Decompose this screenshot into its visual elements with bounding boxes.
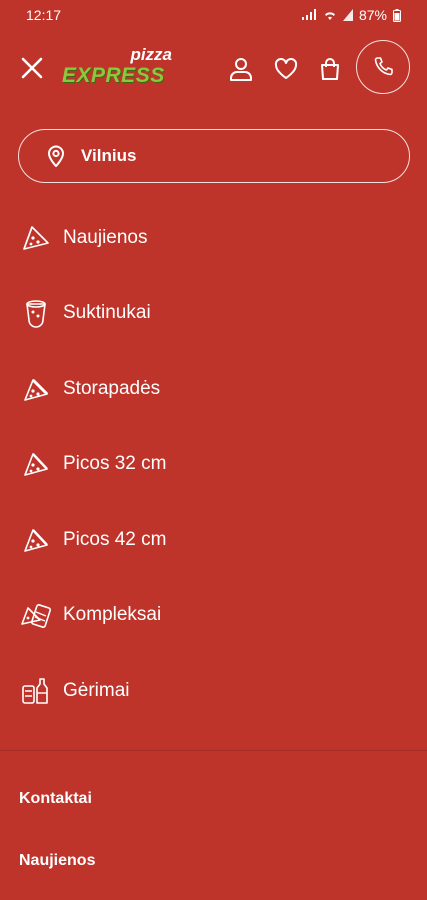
pizza-slice-icon xyxy=(20,222,52,254)
menu-item-label: Picos 42 cm xyxy=(63,528,167,550)
location-selector[interactable]: Vilnius xyxy=(18,129,410,183)
footer-link-naujienos[interactable]: Naujienos xyxy=(19,852,95,870)
menu-item-label: Storapadės xyxy=(63,377,161,399)
drinks-icon xyxy=(20,675,52,707)
pizza-slice-icon xyxy=(20,373,52,405)
cell-signal-icon xyxy=(342,9,353,21)
battery-percent: 87% xyxy=(358,7,387,23)
logo[interactable]: pizza EXPRESS xyxy=(62,46,174,92)
menu-item-label: Naujienos xyxy=(63,226,148,248)
menu-item-label: Gėrimai xyxy=(63,679,130,701)
location-pin-icon xyxy=(48,145,64,167)
status-time: 12:17 xyxy=(26,7,62,23)
menu-item-picos-42[interactable]: Picos 42 cm xyxy=(0,502,427,578)
pizza-slice-icon xyxy=(20,524,52,556)
location-city: Vilnius xyxy=(81,146,137,165)
divider xyxy=(0,750,427,751)
roll-icon xyxy=(20,297,52,329)
status-icons: 87% xyxy=(301,7,401,23)
logo-express-text: EXPRESS xyxy=(62,64,165,87)
logo-pizza-text: pizza xyxy=(130,45,172,64)
heart-icon[interactable] xyxy=(273,56,299,82)
category-menu: Naujienos Suktinukai Storapadės Picos 32… xyxy=(0,200,427,729)
pizza-slice-icon xyxy=(20,448,52,480)
menu-item-naujienos[interactable]: Naujienos xyxy=(0,200,427,276)
menu-item-picos-32[interactable]: Picos 32 cm xyxy=(0,427,427,503)
menu-item-gerimai[interactable]: Gėrimai xyxy=(0,653,427,729)
menu-item-label: Kompleksai xyxy=(63,604,162,626)
combo-icon xyxy=(20,599,52,631)
menu-item-storapades[interactable]: Storapadės xyxy=(0,351,427,427)
menu-item-label: Picos 32 cm xyxy=(63,453,167,475)
signal-icon xyxy=(301,9,316,20)
wifi-icon xyxy=(324,12,335,20)
menu-item-kompleksai[interactable]: Kompleksai xyxy=(0,578,427,654)
battery-icon xyxy=(393,8,401,22)
user-icon[interactable] xyxy=(228,56,254,82)
shopping-bag-icon[interactable] xyxy=(317,56,343,82)
phone-icon xyxy=(374,57,393,76)
menu-item-suktinukai[interactable]: Suktinukai xyxy=(0,276,427,352)
footer-link-kontaktai[interactable]: Kontaktai xyxy=(19,790,92,808)
call-button[interactable] xyxy=(356,40,410,94)
status-bar: 12:17 87% xyxy=(0,0,427,30)
menu-item-label: Suktinukai xyxy=(63,302,151,324)
app-header: pizza EXPRESS xyxy=(0,38,427,100)
close-icon[interactable] xyxy=(18,54,46,82)
